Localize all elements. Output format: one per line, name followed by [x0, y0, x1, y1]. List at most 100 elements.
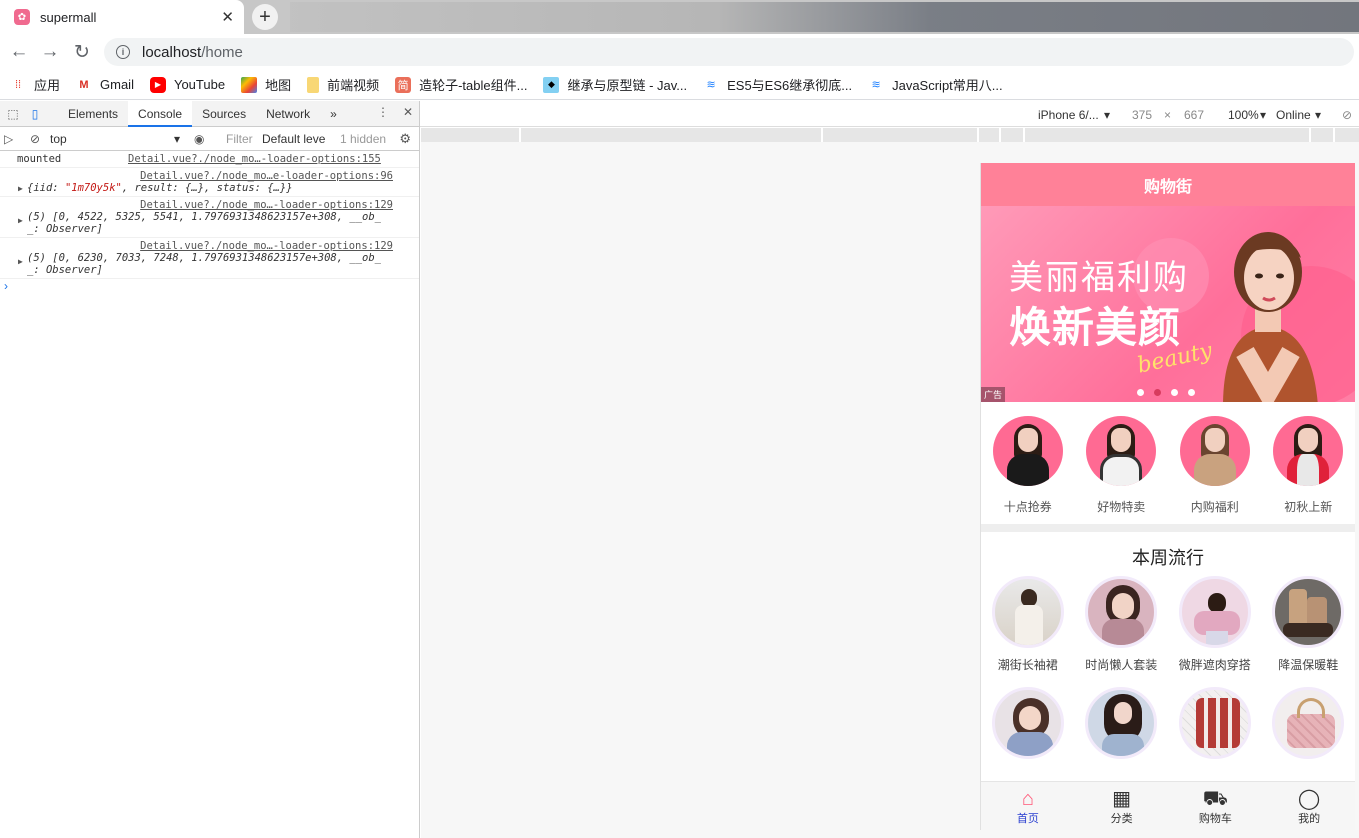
recommend-item[interactable]: 初秋上新: [1268, 416, 1348, 524]
eye-icon[interactable]: ◉: [194, 132, 204, 146]
gear-icon[interactable]: ⚙: [399, 131, 411, 147]
tab-console[interactable]: Console: [128, 100, 193, 127]
back-arrow-icon[interactable]: ←: [8, 41, 30, 63]
ruler-segment[interactable]: [979, 128, 1001, 142]
log-prefix: {iid:: [27, 182, 65, 194]
expand-arrow-icon[interactable]: ▶: [18, 257, 23, 266]
bookmark-maps[interactable]: 地图: [241, 75, 291, 94]
bookmark-youtube[interactable]: ▶ YouTube: [149, 76, 225, 93]
context-select[interactable]: top ▾: [50, 132, 180, 146]
bookmark-javascript[interactable]: ≋ JavaScript常用八...: [868, 75, 1002, 94]
app-favicon-icon: ✿: [14, 9, 30, 25]
close-tab-icon[interactable]: ✕: [221, 8, 234, 26]
device-dropdown-icon: ▾: [1104, 108, 1111, 122]
console-message[interactable]: Detail.vue?./node_mo…-loader-options:129…: [0, 238, 419, 279]
clear-console-icon[interactable]: ⊘: [30, 132, 40, 146]
bookmark-apps[interactable]: ⁞⁞ 应用: [10, 75, 60, 94]
tab-profile[interactable]: ◯ 我的: [1262, 782, 1355, 830]
browser-toolbar: ← → ↻ i localhost/home: [0, 34, 1359, 70]
recommend-item[interactable]: 好物特卖: [1081, 416, 1161, 524]
tab-category[interactable]: ▦ 分类: [1075, 782, 1169, 830]
feature-item[interactable]: 降温保暖鞋: [1263, 576, 1353, 673]
feature-image: [1178, 576, 1251, 648]
log-level-select[interactable]: Default leve: [262, 132, 325, 146]
zoom-select[interactable]: 100%: [1228, 108, 1259, 122]
console-prompt[interactable]: ›: [0, 279, 419, 293]
indicator-dot[interactable]: [1137, 389, 1144, 396]
log-source-link[interactable]: Detail.vue?./node_mo…-loader-options:155: [128, 153, 381, 165]
kebab-menu-icon[interactable]: ⋮: [377, 105, 389, 119]
more-tabs-icon[interactable]: »: [320, 101, 347, 127]
bookmark-prototype[interactable]: ◆ 继承与原型链 - Jav...: [543, 75, 687, 94]
background-tabs: [290, 2, 1359, 32]
recommend-item[interactable]: 内购福利: [1175, 416, 1255, 524]
banner-headline: 美丽福利购: [1009, 259, 1189, 297]
expand-arrow-icon[interactable]: ▶: [18, 184, 23, 193]
device-toolbar-icon[interactable]: ▯: [26, 105, 44, 123]
bookmark-es6[interactable]: ≋ ES5与ES6继承彻底...: [703, 75, 853, 94]
tab-home[interactable]: ⌂ 首页: [981, 782, 1075, 830]
feature-item[interactable]: [1076, 687, 1166, 767]
feature-grid: 潮街长袖裙 时尚懒人套装 微胖遮肉穿搭 降温保暖鞋: [981, 576, 1355, 781]
network-select[interactable]: Online: [1276, 108, 1311, 122]
feature-item[interactable]: 微胖遮肉穿搭: [1170, 576, 1260, 673]
feature-item[interactable]: [1263, 687, 1353, 767]
reload-icon[interactable]: ↻: [71, 41, 93, 63]
feature-image: [1178, 687, 1251, 759]
ruler-segment[interactable]: [421, 128, 521, 142]
tab-sources[interactable]: Sources: [192, 101, 256, 127]
expand-arrow-icon[interactable]: ▶: [18, 216, 23, 225]
ruler-segment[interactable]: [1001, 128, 1025, 142]
maps-icon: [241, 76, 258, 93]
forward-arrow-icon[interactable]: →: [39, 41, 61, 63]
info-icon[interactable]: i: [116, 45, 130, 59]
ruler-segment[interactable]: [823, 128, 979, 142]
dimension-separator: ×: [1164, 108, 1172, 122]
log-array-line: (5) [0, 4522, 5325, 5541, 1.797693134862…: [27, 211, 382, 223]
close-devtools-icon[interactable]: ✕: [403, 105, 413, 119]
swiper-banner[interactable]: 美丽福利购 焕新美颜 beauty 广告: [981, 206, 1355, 402]
tab-elements[interactable]: Elements: [58, 101, 128, 127]
filter-input[interactable]: Filter: [226, 132, 253, 146]
log-source-link[interactable]: Detail.vue?./node_mo…-loader-options:129: [18, 199, 413, 211]
feature-title: 本周流行: [1132, 548, 1204, 568]
indicator-dot-active[interactable]: [1154, 389, 1161, 396]
feature-item[interactable]: 潮街长袖裙: [983, 576, 1073, 673]
recommend-item[interactable]: 十点抢券: [988, 416, 1068, 524]
indicator-dot[interactable]: [1171, 389, 1178, 396]
log-source-link[interactable]: Detail.vue?./node_mo…e-loader-options:96: [18, 170, 413, 182]
tab-title: supermall: [40, 9, 97, 25]
ruler-segment[interactable]: [1025, 128, 1311, 142]
browser-tab-active[interactable]: ✿ supermall ✕: [0, 0, 244, 34]
log-array-line: (5) [0, 6230, 7033, 7248, 1.797693134862…: [27, 252, 382, 264]
tab-network[interactable]: Network: [256, 101, 320, 127]
console-message[interactable]: Detail.vue?./node_mo…e-loader-options:96…: [0, 168, 419, 197]
inspect-element-icon[interactable]: ⬚: [4, 105, 22, 123]
bookmark-table[interactable]: 简造轮子-table组件...: [395, 75, 527, 94]
apps-grid-icon: ⁞⁞: [14, 78, 22, 91]
ruler-segment[interactable]: [1311, 128, 1335, 142]
viewport-width[interactable]: 375: [1132, 108, 1152, 122]
tab-label: 购物车: [1198, 813, 1232, 825]
feature-item[interactable]: [983, 687, 1073, 767]
log-string: "1m70y5k": [64, 182, 122, 194]
console-filter-bar: ▷ ⊘ top ▾ ◉ Filter Default leve 1 hidden …: [0, 127, 419, 151]
bookmark-folder-video[interactable]: 前端视频: [307, 75, 379, 94]
bookmark-gmail[interactable]: M Gmail: [76, 77, 134, 93]
console-message[interactable]: Detail.vue?./node_mo…-loader-options:129…: [0, 197, 419, 238]
feature-label: 时尚懒人套装: [1085, 658, 1158, 672]
viewport-height[interactable]: 667: [1184, 108, 1204, 122]
sidebar-toggle-icon[interactable]: ▷: [4, 132, 13, 146]
indicator-dot[interactable]: [1188, 389, 1195, 396]
tab-cart[interactable]: ⛟ 购物车: [1169, 782, 1263, 830]
bookmark-label: 地图: [265, 78, 292, 93]
rotate-icon[interactable]: ⊘: [1342, 108, 1352, 122]
ruler-segment[interactable]: [521, 128, 823, 142]
new-tab-button[interactable]: +: [252, 4, 278, 30]
address-bar[interactable]: i localhost/home: [104, 38, 1354, 66]
device-select[interactable]: iPhone 6/...: [1038, 108, 1099, 122]
log-source-link[interactable]: Detail.vue?./node_mo…-loader-options:129: [18, 240, 413, 252]
shopping-cart-icon: ⛟: [1202, 788, 1228, 810]
feature-item[interactable]: 时尚懒人套装: [1076, 576, 1166, 673]
feature-item[interactable]: [1170, 687, 1260, 767]
